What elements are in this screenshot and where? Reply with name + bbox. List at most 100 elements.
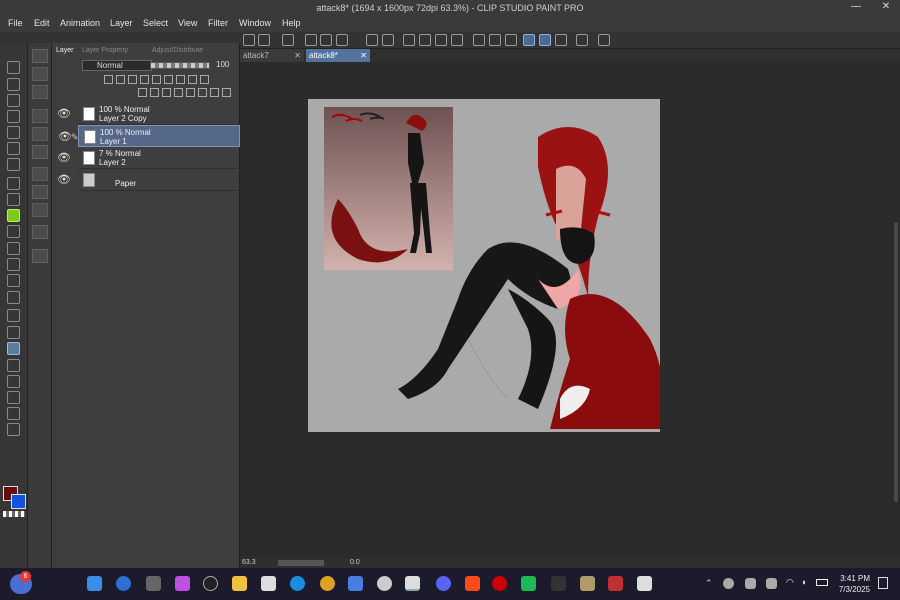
deselect-icon[interactable]	[473, 34, 485, 46]
panel-toggle-icon[interactable]	[32, 167, 48, 181]
gradient-icon[interactable]	[7, 326, 20, 339]
reference-icon[interactable]	[116, 75, 125, 84]
menu-icon[interactable]	[243, 34, 255, 46]
close-tab-icon[interactable]: ✕	[294, 49, 301, 62]
layer-row-selected[interactable]: 👁 ✎ 100 % Normal Layer 1	[58, 125, 240, 147]
layer-color-icon[interactable]	[188, 75, 197, 84]
rotation-value[interactable]: 0.0	[350, 559, 360, 566]
obs-icon[interactable]	[203, 576, 218, 591]
menu-file[interactable]: File	[8, 18, 23, 28]
eye-icon[interactable]: 👁	[56, 169, 72, 191]
folder-icon[interactable]	[320, 34, 332, 46]
ibis-icon[interactable]	[465, 576, 480, 591]
close-tab-icon[interactable]: ✕	[360, 49, 367, 62]
eye-icon[interactable]: 👁	[56, 147, 72, 169]
search-icon[interactable]	[116, 576, 131, 591]
discord-icon[interactable]	[436, 576, 451, 591]
trash-icon[interactable]	[222, 88, 231, 97]
new-raster-layer-icon[interactable]	[138, 88, 147, 97]
zoom-slider[interactable]	[278, 560, 324, 566]
close-button[interactable]: ✕	[876, 1, 896, 15]
magic-wand-icon[interactable]	[7, 142, 20, 155]
panel-toggle-icon[interactable]	[32, 225, 48, 239]
tray-arrow-icon[interactable]: ⌃	[705, 578, 713, 589]
tab-layer-property[interactable]: Layer Property	[82, 47, 128, 54]
layer-row[interactable]: 👁 100 % Normal Layer 2 Copy	[57, 103, 240, 125]
view-icon[interactable]	[282, 34, 294, 46]
mask-icon[interactable]	[164, 75, 173, 84]
file-explorer-icon[interactable]	[232, 576, 247, 591]
lasso-icon[interactable]	[7, 126, 20, 139]
layer-palette-icon[interactable]	[200, 75, 209, 84]
canvas-paper[interactable]	[308, 99, 660, 432]
new-vector-layer-icon[interactable]	[150, 88, 159, 97]
correct-line-icon[interactable]	[7, 423, 20, 436]
zoom-value[interactable]: 63.3	[242, 559, 256, 566]
clear-icon[interactable]	[403, 34, 415, 46]
settings-icon[interactable]	[598, 34, 610, 46]
selection-icon[interactable]	[505, 34, 517, 46]
tray-icon[interactable]	[745, 578, 756, 589]
app-icon[interactable]	[551, 576, 566, 591]
menu-layer[interactable]: Layer	[110, 18, 133, 28]
blend-icon[interactable]	[7, 274, 20, 287]
new-folder-icon[interactable]	[162, 88, 171, 97]
combine-icon[interactable]	[186, 88, 195, 97]
panel-toggle-icon[interactable]	[32, 85, 48, 99]
store-icon[interactable]	[261, 576, 276, 591]
tab-layer[interactable]: Layer	[56, 47, 74, 54]
move-icon[interactable]	[7, 110, 20, 123]
eye-icon[interactable]: 👁	[56, 103, 72, 125]
text-icon[interactable]	[7, 391, 20, 404]
panel-toggle-icon[interactable]	[32, 127, 48, 141]
menu-animation[interactable]: Animation	[60, 18, 100, 28]
undo-icon[interactable]	[366, 34, 378, 46]
save-icon[interactable]	[336, 34, 348, 46]
blend-mode-select[interactable]: Normal	[82, 60, 152, 71]
volume-icon[interactable]: ◖	[801, 577, 806, 587]
tray-icon[interactable]	[766, 578, 777, 589]
ruler-show-icon[interactable]	[176, 75, 185, 84]
app-icon[interactable]	[637, 576, 652, 591]
fill-selection-icon[interactable]	[419, 34, 431, 46]
eyedropper-icon[interactable]	[7, 158, 20, 171]
apply-mask-icon[interactable]	[210, 88, 219, 97]
opacity-value[interactable]: 100	[216, 60, 229, 69]
start-icon[interactable]	[87, 576, 102, 591]
panel-toggle-icon[interactable]	[32, 67, 48, 81]
notification-icon[interactable]	[878, 577, 888, 589]
clock[interactable]: 3:41 PM 7/3/2025	[839, 573, 870, 595]
redo-icon[interactable]	[382, 34, 394, 46]
fill-icon[interactable]	[7, 309, 20, 322]
menu-view[interactable]: View	[178, 18, 197, 28]
edge-icon[interactable]	[290, 576, 305, 591]
eraser-icon[interactable]	[7, 258, 20, 271]
app-icon[interactable]	[608, 576, 623, 591]
figure-icon[interactable]	[7, 291, 20, 304]
menu-edit[interactable]: Edit	[34, 18, 50, 28]
chrome-icon[interactable]	[320, 576, 335, 591]
panel-toggle-icon[interactable]	[32, 249, 48, 263]
panel-toggle-icon[interactable]	[32, 109, 48, 123]
pencil-icon[interactable]	[7, 193, 20, 206]
sub-color-swatch[interactable]	[11, 494, 26, 509]
crop-icon[interactable]	[451, 34, 463, 46]
balloon-icon[interactable]	[7, 407, 20, 420]
canvas-area[interactable]	[240, 62, 892, 558]
notepad-icon[interactable]	[348, 576, 363, 591]
frame-icon[interactable]	[7, 359, 20, 372]
clip-studio-icon[interactable]	[377, 576, 392, 591]
scroll-thumb[interactable]	[894, 222, 898, 502]
opacity-slider[interactable]	[150, 62, 210, 69]
invert-selection-icon[interactable]	[489, 34, 501, 46]
draft-icon[interactable]	[128, 75, 137, 84]
menu-filter[interactable]: Filter	[208, 18, 228, 28]
curve-icon[interactable]	[539, 34, 551, 46]
panel-toggle-icon[interactable]	[32, 49, 48, 63]
menu-select[interactable]: Select	[143, 18, 168, 28]
airbrush-icon[interactable]	[7, 225, 20, 238]
mask-create-icon[interactable]	[198, 88, 207, 97]
opera-icon[interactable]	[492, 576, 507, 591]
layer-row[interactable]: 👁 7 % Normal Layer 2	[57, 147, 240, 169]
tab-adjust-distribute[interactable]: Adjust/Distribute	[152, 47, 203, 54]
